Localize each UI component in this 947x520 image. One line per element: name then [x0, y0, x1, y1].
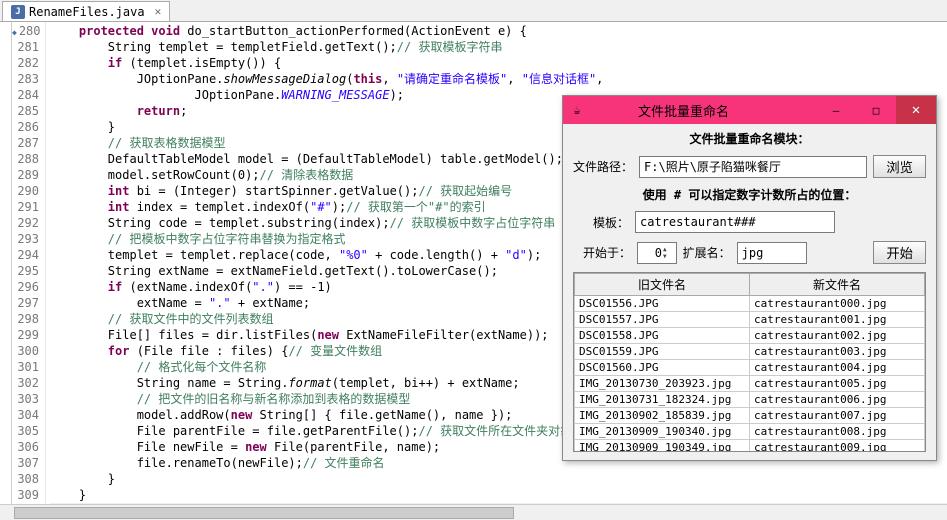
template-label: 模板：: [593, 214, 629, 231]
browse-button[interactable]: 浏览: [873, 155, 926, 178]
table-row[interactable]: DSC01560.JPGcatrestaurant004.jpg: [575, 360, 925, 376]
table-row[interactable]: IMG_20130909_190340.jpgcatrestaurant008.…: [575, 424, 925, 440]
template-input[interactable]: [635, 211, 835, 233]
line-gutter: 2802812822832842852862872882892902912922…: [12, 22, 46, 520]
table-row[interactable]: IMG_20130909_190349.jpgcatrestaurant009.…: [575, 440, 925, 453]
ext-label: 扩展名：: [683, 244, 731, 261]
scrollbar-thumb[interactable]: [14, 507, 514, 519]
ext-input[interactable]: [737, 242, 807, 264]
table-row[interactable]: DSC01557.JPGcatrestaurant001.jpg: [575, 312, 925, 328]
col-old[interactable]: 旧文件名: [575, 274, 750, 296]
path-label: 文件路径：: [573, 158, 633, 175]
start-label: 开始于：: [583, 244, 631, 261]
java-file-icon: J: [11, 5, 25, 19]
result-grid[interactable]: 旧文件名 新文件名 DSC01556.JPGcatrestaurant000.j…: [573, 272, 926, 452]
col-new[interactable]: 新文件名: [750, 274, 925, 296]
table-row[interactable]: IMG_20130731_182324.jpgcatrestaurant006.…: [575, 392, 925, 408]
table-row[interactable]: DSC01559.JPGcatrestaurant003.jpg: [575, 344, 925, 360]
maximize-icon[interactable]: □: [856, 96, 896, 124]
horizontal-scrollbar[interactable]: [0, 504, 947, 520]
close-icon[interactable]: ✕: [155, 5, 162, 18]
editor-tabbar: J RenameFiles.java ✕: [0, 0, 947, 22]
minimize-icon[interactable]: —: [816, 96, 856, 124]
dialog-header: 文件批量重命名模块：: [689, 130, 809, 147]
hint-label: 使用 # 可以指定数字计数所占的位置：: [643, 186, 857, 203]
close-icon[interactable]: ✕: [896, 96, 936, 124]
path-input[interactable]: [639, 156, 867, 178]
table-row[interactable]: DSC01558.JPGcatrestaurant002.jpg: [575, 328, 925, 344]
table-row[interactable]: IMG_20130730_203923.jpgcatrestaurant005.…: [575, 376, 925, 392]
tab-renamefiles[interactable]: J RenameFiles.java ✕: [2, 1, 170, 21]
dialog-title: 文件批量重命名: [551, 101, 816, 120]
start-button[interactable]: 开始: [873, 241, 926, 264]
tab-filename: RenameFiles.java: [29, 5, 145, 19]
table-row[interactable]: DSC01556.JPGcatrestaurant000.jpg: [575, 296, 925, 312]
start-spinner[interactable]: [637, 242, 677, 264]
rename-dialog: ☕ 文件批量重命名 — □ ✕ 文件批量重命名模块： 文件路径： 浏览 使用 #…: [562, 95, 937, 461]
folding-ruler: [0, 22, 12, 520]
table-row[interactable]: IMG_20130902_185839.jpgcatrestaurant007.…: [575, 408, 925, 424]
dialog-titlebar[interactable]: ☕ 文件批量重命名 — □ ✕: [563, 96, 936, 124]
